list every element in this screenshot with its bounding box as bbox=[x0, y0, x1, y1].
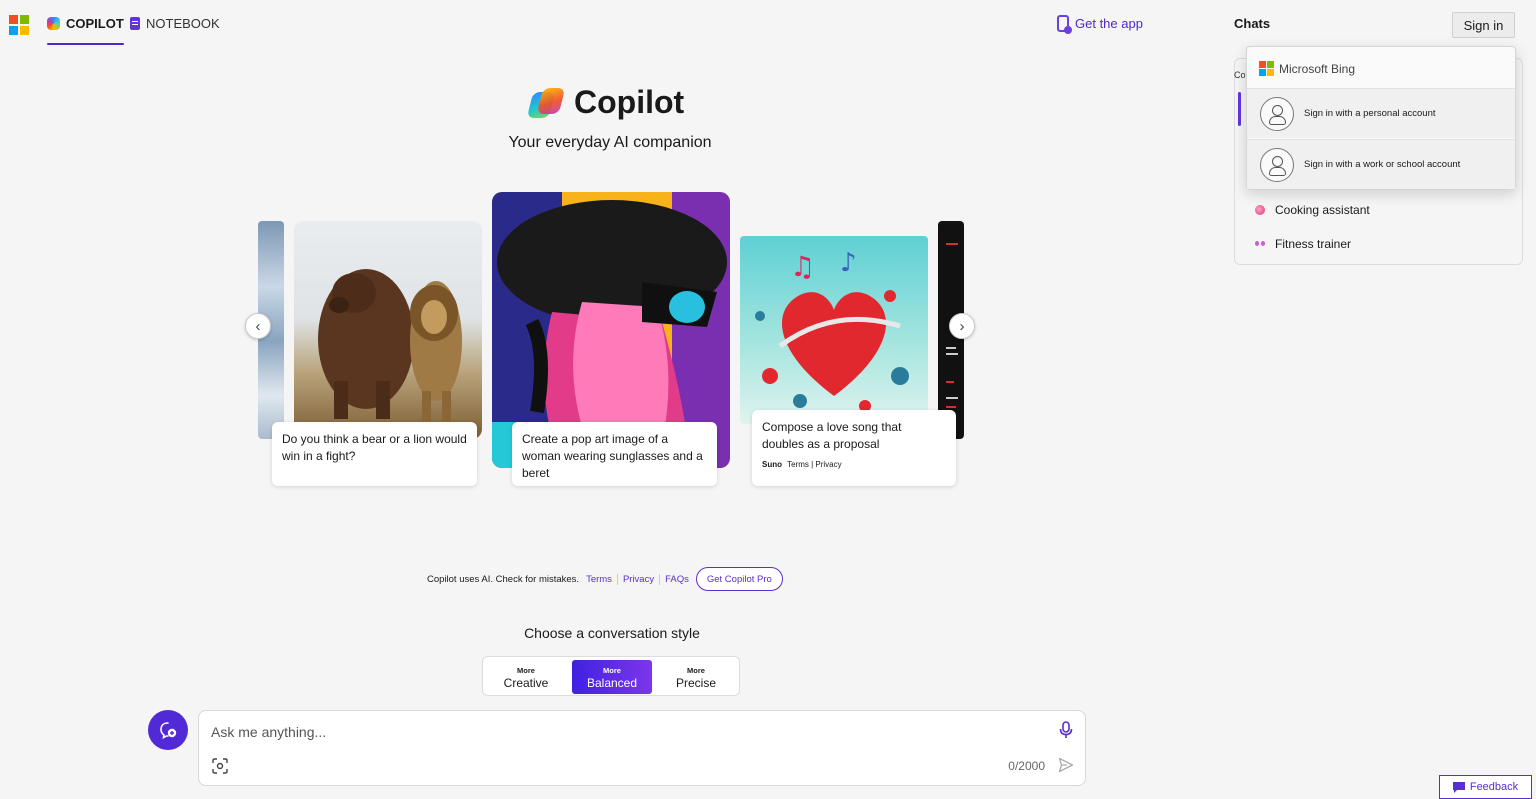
suno-privacy-link[interactable]: Privacy bbox=[815, 460, 841, 469]
style-balanced-button[interactable]: More Balanced bbox=[572, 660, 652, 694]
chat-item-fitness-trainer[interactable]: Fitness trainer bbox=[1255, 237, 1351, 251]
style-precise-button[interactable]: More Precise bbox=[656, 660, 736, 694]
copilot-logo-icon bbox=[526, 86, 566, 120]
get-app-link[interactable]: Get the app bbox=[1057, 15, 1143, 34]
chevron-right-icon: › bbox=[959, 317, 965, 335]
feedback-icon bbox=[1452, 781, 1465, 793]
ai-notice: Copilot uses AI. Check for mistakes. bbox=[427, 573, 580, 585]
style-name: Creative bbox=[503, 676, 549, 690]
style-more-label: More bbox=[687, 666, 705, 675]
feedback-label: Feedback bbox=[1469, 781, 1519, 793]
style-name: Precise bbox=[675, 676, 716, 690]
send-icon[interactable] bbox=[1058, 757, 1074, 778]
card-caption-pop-art[interactable]: Create a pop art image of a woman wearin… bbox=[512, 422, 717, 486]
carousel-next-button[interactable]: › bbox=[949, 313, 975, 339]
card-caption-bear-lion[interactable]: Do you think a bear or a lion would win … bbox=[272, 422, 477, 486]
hero-title-text: Copilot bbox=[574, 84, 685, 120]
hero-subtitle: Your everyday AI companion bbox=[508, 134, 712, 151]
suno-brand: Suno bbox=[762, 460, 782, 469]
card-caption-text: Compose a love song that doubles as a pr… bbox=[762, 420, 902, 451]
bing-brand-label: Microsoft Bing bbox=[1279, 61, 1356, 76]
character-counter: 0/2000 bbox=[1008, 759, 1045, 773]
tab-copilot-label: COPILOT bbox=[66, 16, 124, 31]
bear-lion-illustration bbox=[318, 269, 462, 421]
chat-item-label: Cooking assistant bbox=[1275, 203, 1370, 217]
suno-terms-link[interactable]: Terms bbox=[787, 460, 809, 469]
cooking-icon bbox=[1255, 205, 1265, 215]
love-song-image: ♫ ♪ bbox=[740, 236, 928, 424]
ask-input[interactable] bbox=[211, 721, 1031, 743]
chats-selected-indicator bbox=[1238, 92, 1241, 126]
signin-popup: Microsoft Bing Sign in with a personal a… bbox=[1246, 46, 1516, 190]
get-app-label: Get the app bbox=[1075, 16, 1143, 31]
chevron-left-icon: ‹ bbox=[255, 317, 261, 335]
chats-section-label: Co bbox=[1234, 70, 1246, 80]
bing-header: Microsoft Bing bbox=[1259, 61, 1355, 76]
svg-text:♫: ♫ bbox=[790, 250, 815, 283]
conversation-style-title: Choose a conversation style bbox=[524, 625, 700, 641]
microphone-icon[interactable] bbox=[1059, 721, 1073, 744]
svg-text:♪: ♪ bbox=[840, 248, 857, 278]
phone-icon bbox=[1057, 15, 1072, 34]
chat-item-label: Fitness trainer bbox=[1275, 237, 1352, 251]
legal-bar: Copilot uses AI. Check for mistakes. Ter… bbox=[427, 567, 783, 591]
privacy-link[interactable]: Privacy bbox=[616, 573, 659, 585]
feedback-button[interactable]: Feedback bbox=[1439, 775, 1532, 799]
work-account-label: Sign in with a work or school account bbox=[1304, 159, 1461, 170]
tab-notebook[interactable]: NOTEBOOK bbox=[130, 16, 220, 31]
chat-input-box: 0/2000 bbox=[198, 710, 1086, 786]
get-copilot-pro-button[interactable]: Get Copilot Pro bbox=[695, 567, 783, 591]
card-caption-text: Create a pop art image of a woman wearin… bbox=[522, 432, 703, 480]
card-caption-love-song[interactable]: Compose a love song that doubles as a pr… bbox=[752, 410, 956, 486]
personal-account-option[interactable]: Sign in with a personal account bbox=[1247, 88, 1515, 138]
person-icon bbox=[1260, 96, 1294, 131]
chats-title: Chats bbox=[1234, 16, 1271, 31]
tab-copilot[interactable]: COPILOT bbox=[47, 16, 124, 45]
fitness-icon bbox=[1255, 241, 1265, 247]
style-name: Balanced bbox=[586, 676, 638, 690]
image-upload-icon[interactable] bbox=[212, 758, 228, 779]
bear-lion-image bbox=[294, 221, 482, 439]
tab-notebook-label: NOTEBOOK bbox=[146, 16, 220, 31]
microsoft-logo-icon[interactable] bbox=[9, 15, 29, 35]
copilot-icon bbox=[47, 17, 60, 30]
style-more-label: More bbox=[603, 666, 621, 675]
terms-link[interactable]: Terms bbox=[581, 574, 617, 585]
carousel-prev-button[interactable]: ‹ bbox=[245, 313, 271, 339]
style-more-label: More bbox=[517, 666, 535, 675]
sign-in-button[interactable]: Sign in bbox=[1452, 12, 1515, 38]
new-topic-button[interactable] bbox=[148, 710, 188, 750]
work-account-option[interactable]: Sign in with a work or school account bbox=[1247, 139, 1515, 189]
new-chat-icon bbox=[160, 722, 177, 739]
hero-title: Copilot bbox=[526, 84, 685, 121]
microsoft-logo-icon bbox=[1259, 61, 1274, 76]
style-creative-button[interactable]: More Creative bbox=[486, 660, 566, 694]
personal-account-label: Sign in with a personal account bbox=[1304, 108, 1436, 119]
suno-attribution: Suno Terms | Privacy bbox=[762, 460, 842, 469]
notebook-icon bbox=[130, 17, 140, 30]
heart-music-illustration: ♫ ♪ bbox=[755, 248, 909, 412]
faqs-link[interactable]: FAQs bbox=[659, 573, 694, 585]
card-caption-text: Do you think a bear or a lion would win … bbox=[282, 432, 467, 463]
conversation-style-selector: More Creative More Balanced More Precise bbox=[482, 656, 740, 696]
work-person-icon bbox=[1260, 147, 1294, 182]
chat-item-cooking-assistant[interactable]: Cooking assistant bbox=[1255, 203, 1370, 217]
